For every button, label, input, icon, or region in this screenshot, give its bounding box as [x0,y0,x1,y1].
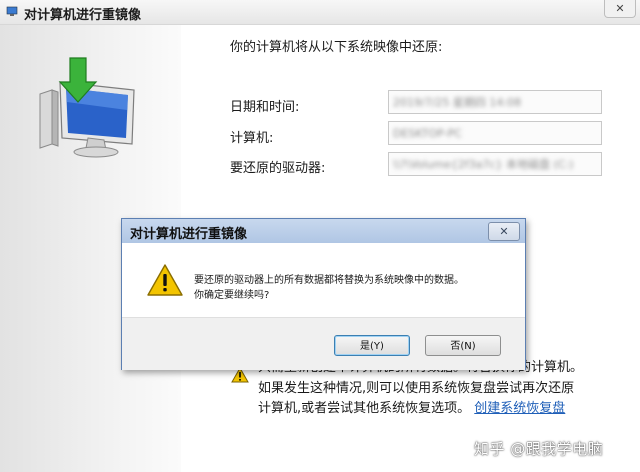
computer-label: 计算机: [230,131,274,146]
warning-line-3-text: 计算机,或者尝试其他系统恢复选项。 [258,401,471,416]
drive-label: 要还原的驱动器: [230,161,326,176]
drive-field: \\?\Volume{2f3a7c} 本地磁盘 (C:) [388,152,602,176]
restore-intro-text: 你的计算机将从以下系统映像中还原: [230,40,443,55]
warning-line-2: 如果发生这种情况,则可以使用系统恢复盘尝试再次还原 [258,381,575,396]
computer-field: DESKTOP-PC [388,121,602,145]
warning-icon [147,264,183,296]
confirm-dialog: 对计算机进行重镜像 ✕ 要还原的驱动器上的所有数据都将替换为系统映像中的数据。 … [121,218,526,370]
date-time-label: 日期和时间: [230,100,300,115]
computer-restore-icon [39,57,135,158]
date-time-value: 2019/7/25 星期四 14:08 [393,96,522,109]
dialog-title: 对计算机进行重镜像 [130,227,248,242]
wizard-titlebar[interactable]: 对计算机进行重镜像 ✕ [0,0,640,25]
create-recovery-disk-link[interactable]: 创建系统恢复盘 [474,401,565,416]
date-time-field: 2019/7/25 星期四 14:08 [388,90,602,114]
drive-value: \\?\Volume{2f3a7c} 本地磁盘 (C:) [393,158,574,171]
dialog-message-line-2: 你确定要继续吗? [194,290,270,301]
wizard-title: 对计算机进行重镜像 [24,8,142,23]
computer-value: DESKTOP-PC [393,127,462,140]
dialog-close-button[interactable]: ✕ [488,222,520,241]
warning-line-3: 计算机,或者尝试其他系统恢复选项。 创建系统恢复盘 [258,397,565,416]
no-button[interactable]: 否(N) [425,335,501,356]
dialog-titlebar[interactable]: 对计算机进行重镜像 ✕ [122,219,525,243]
restore-app-icon [6,6,18,16]
yes-button[interactable]: 是(Y) [334,335,410,356]
wizard-close-button[interactable]: ✕ [604,0,636,18]
dialog-message-line-1: 要还原的驱动器上的所有数据都将替换为系统映像中的数据。 [194,275,464,286]
watermark: 知乎 @跟我学电脑 [474,440,604,458]
